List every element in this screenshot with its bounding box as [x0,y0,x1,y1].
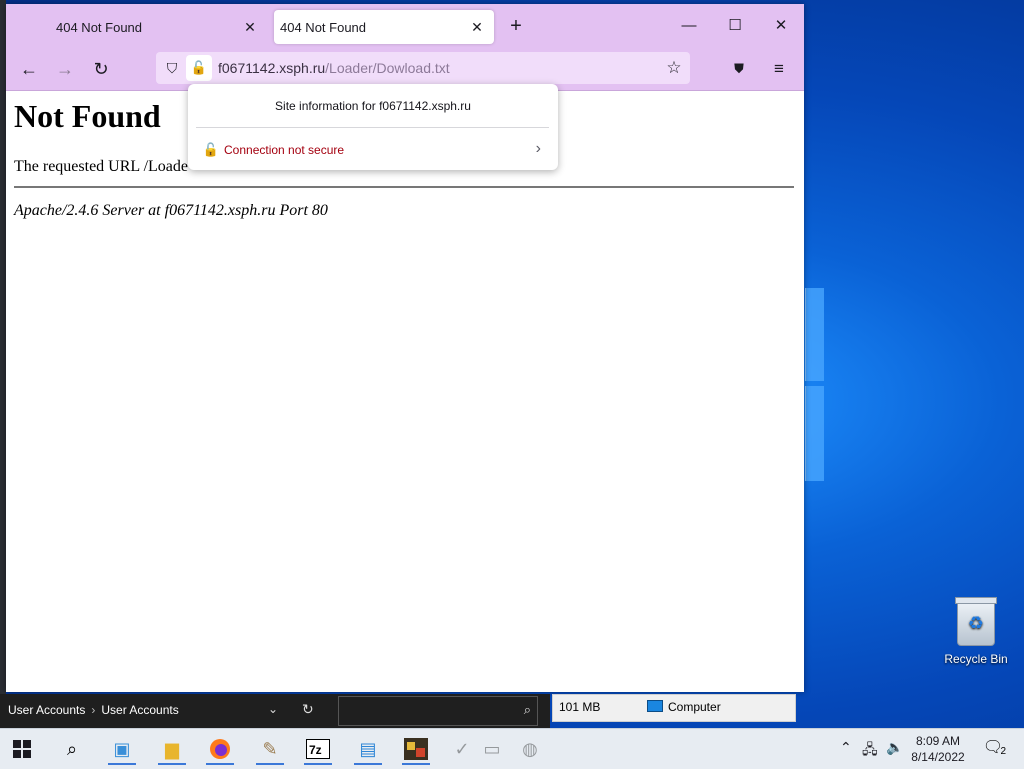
taskbar-app-control-panel[interactable]: ▣ [104,733,140,765]
search-icon: ⌕ [523,702,531,717]
connection-not-secure-row[interactable]: 🔓 Connection not secure › [196,136,549,164]
taskbar-app-7zip[interactable]: 7z [300,733,336,765]
globe-icon: ◍ [522,738,538,759]
windows-start-icon [13,740,31,758]
status-location: Computer [647,700,721,714]
tab-title: 404 Not Found [280,19,367,35]
refresh-icon[interactable]: ↻ [302,701,314,718]
url-host: f0671142.xsph.ru [218,60,326,76]
paint-icon: ✎ [262,738,278,759]
tab-bar: 404 Not Found ✕ 404 Not Found ✕ + — ☐ ✕ [6,4,804,48]
recycle-bin-label: Recycle Bin [944,652,1008,666]
insecure-lock-icon[interactable]: 🔓 [186,55,212,81]
breadcrumb-item[interactable]: User Accounts [101,703,178,717]
connection-label: Connection not secure [224,143,345,157]
taskbar-app-faded-3[interactable]: ◍ [512,733,548,765]
close-window-button[interactable]: ✕ [758,4,804,48]
7zip-icon: 7z [306,739,330,759]
clock-date: 8/14/2022 [911,750,965,764]
error-message: The requested URL /Loade [14,158,189,175]
divider [14,186,794,188]
forward-button[interactable]: → [50,54,80,84]
url-bar[interactable]: ⛉ 🔓 f0671142.xsph.ru/Loader/Dowload.txt … [156,52,690,84]
taskbar-app-image[interactable] [398,733,434,765]
chevron-down-icon[interactable]: ⌄ [268,702,278,716]
explorer-address-bar: User Accounts › User Accounts ⌄ ↻ ⌕ [0,694,550,728]
notification-count: 2 [1000,746,1006,757]
pocket-icon[interactable]: ⛊ [730,60,748,78]
window-icon: ▭ [483,738,501,759]
page-content: Not Found The requested URL /Loade Apach… [6,91,804,692]
computer-icon: ▤ [359,738,377,759]
taskbar-app-system[interactable]: ▤ [350,733,386,765]
back-button[interactable]: ← [14,54,44,84]
firefox-icon [210,739,230,759]
checkmark-icon: ✓ [454,738,470,759]
volume-icon[interactable]: 🔈 [886,739,903,756]
server-signature: Apache/2.4.6 Server at f0671142.xsph.ru … [14,202,328,219]
chevron-up-icon[interactable]: ⌃ [840,739,852,756]
control-panel-icon: ▣ [113,738,131,759]
status-size: 101 MB [559,700,601,714]
recycle-bin[interactable]: ♻ Recycle Bin [938,597,1014,666]
folder-icon: ▆ [165,738,179,759]
new-tab-button[interactable]: + [504,14,528,38]
page-heading: Not Found [14,98,161,134]
close-tab-icon[interactable]: ✕ [241,18,259,36]
tab-1[interactable]: 404 Not Found ✕ [12,10,267,44]
recycle-bin-icon: ♻ [955,597,997,646]
url-path: /Loader/Dowload.txt [325,60,450,76]
close-tab-icon[interactable]: ✕ [468,18,486,36]
svg-text:7z: 7z [309,743,322,757]
bookmark-star-icon[interactable]: ☆ [664,58,684,78]
reload-button[interactable]: ↻ [86,54,116,84]
breadcrumb-separator-icon: › [91,703,96,717]
popup-title: Site information for f0671142.xsph.ru [275,99,471,113]
site-info-popup: Site information for f0671142.xsph.ru 🔓 … [188,84,558,170]
breadcrumb-item[interactable]: User Accounts [8,703,85,717]
start-button[interactable] [4,733,40,765]
insecure-lock-icon: 🔓 [202,142,220,157]
taskbar: ⌕ ▣ ▆ ✎ 7z ▤ ✓ ▭ ◍ ⌃ 🖧 🔈 8:09 AM 8/14/20… [0,728,1024,769]
chevron-right-icon: › [535,140,541,157]
tab-2[interactable]: 404 Not Found ✕ [274,10,494,44]
taskbar-app-firefox[interactable] [202,733,238,765]
app-image-icon [404,738,428,760]
url-text[interactable]: f0671142.xsph.ru/Loader/Dowload.txt [218,60,450,76]
menu-icon[interactable]: ≡ [768,58,790,80]
notification-center-button[interactable]: 🗨 2 [982,737,1006,759]
taskbar-app-faded-2[interactable]: ▭ [474,733,510,765]
explorer-search-input[interactable]: ⌕ [338,696,538,726]
explorer-status-bar: 101 MB Computer [552,694,796,722]
network-icon[interactable]: 🖧 [862,739,878,763]
windows-logo-wallpaper [805,288,825,483]
taskbar-app-paint[interactable]: ✎ [252,733,288,765]
popup-divider [196,127,549,128]
minimize-button[interactable]: — [666,4,712,48]
clock[interactable]: 8:09 AM 8/14/2022 [906,733,970,765]
maximize-button[interactable]: ☐ [712,4,758,48]
clock-time: 8:09 AM [915,734,961,748]
shield-icon[interactable]: ⛉ [162,58,182,78]
search-button[interactable]: ⌕ [54,733,90,765]
taskbar-app-file-explorer[interactable]: ▆ [154,733,190,765]
breadcrumb: User Accounts › User Accounts [8,703,179,717]
tab-title: 404 Not Found [56,19,143,35]
search-icon: ⌕ [66,738,78,759]
